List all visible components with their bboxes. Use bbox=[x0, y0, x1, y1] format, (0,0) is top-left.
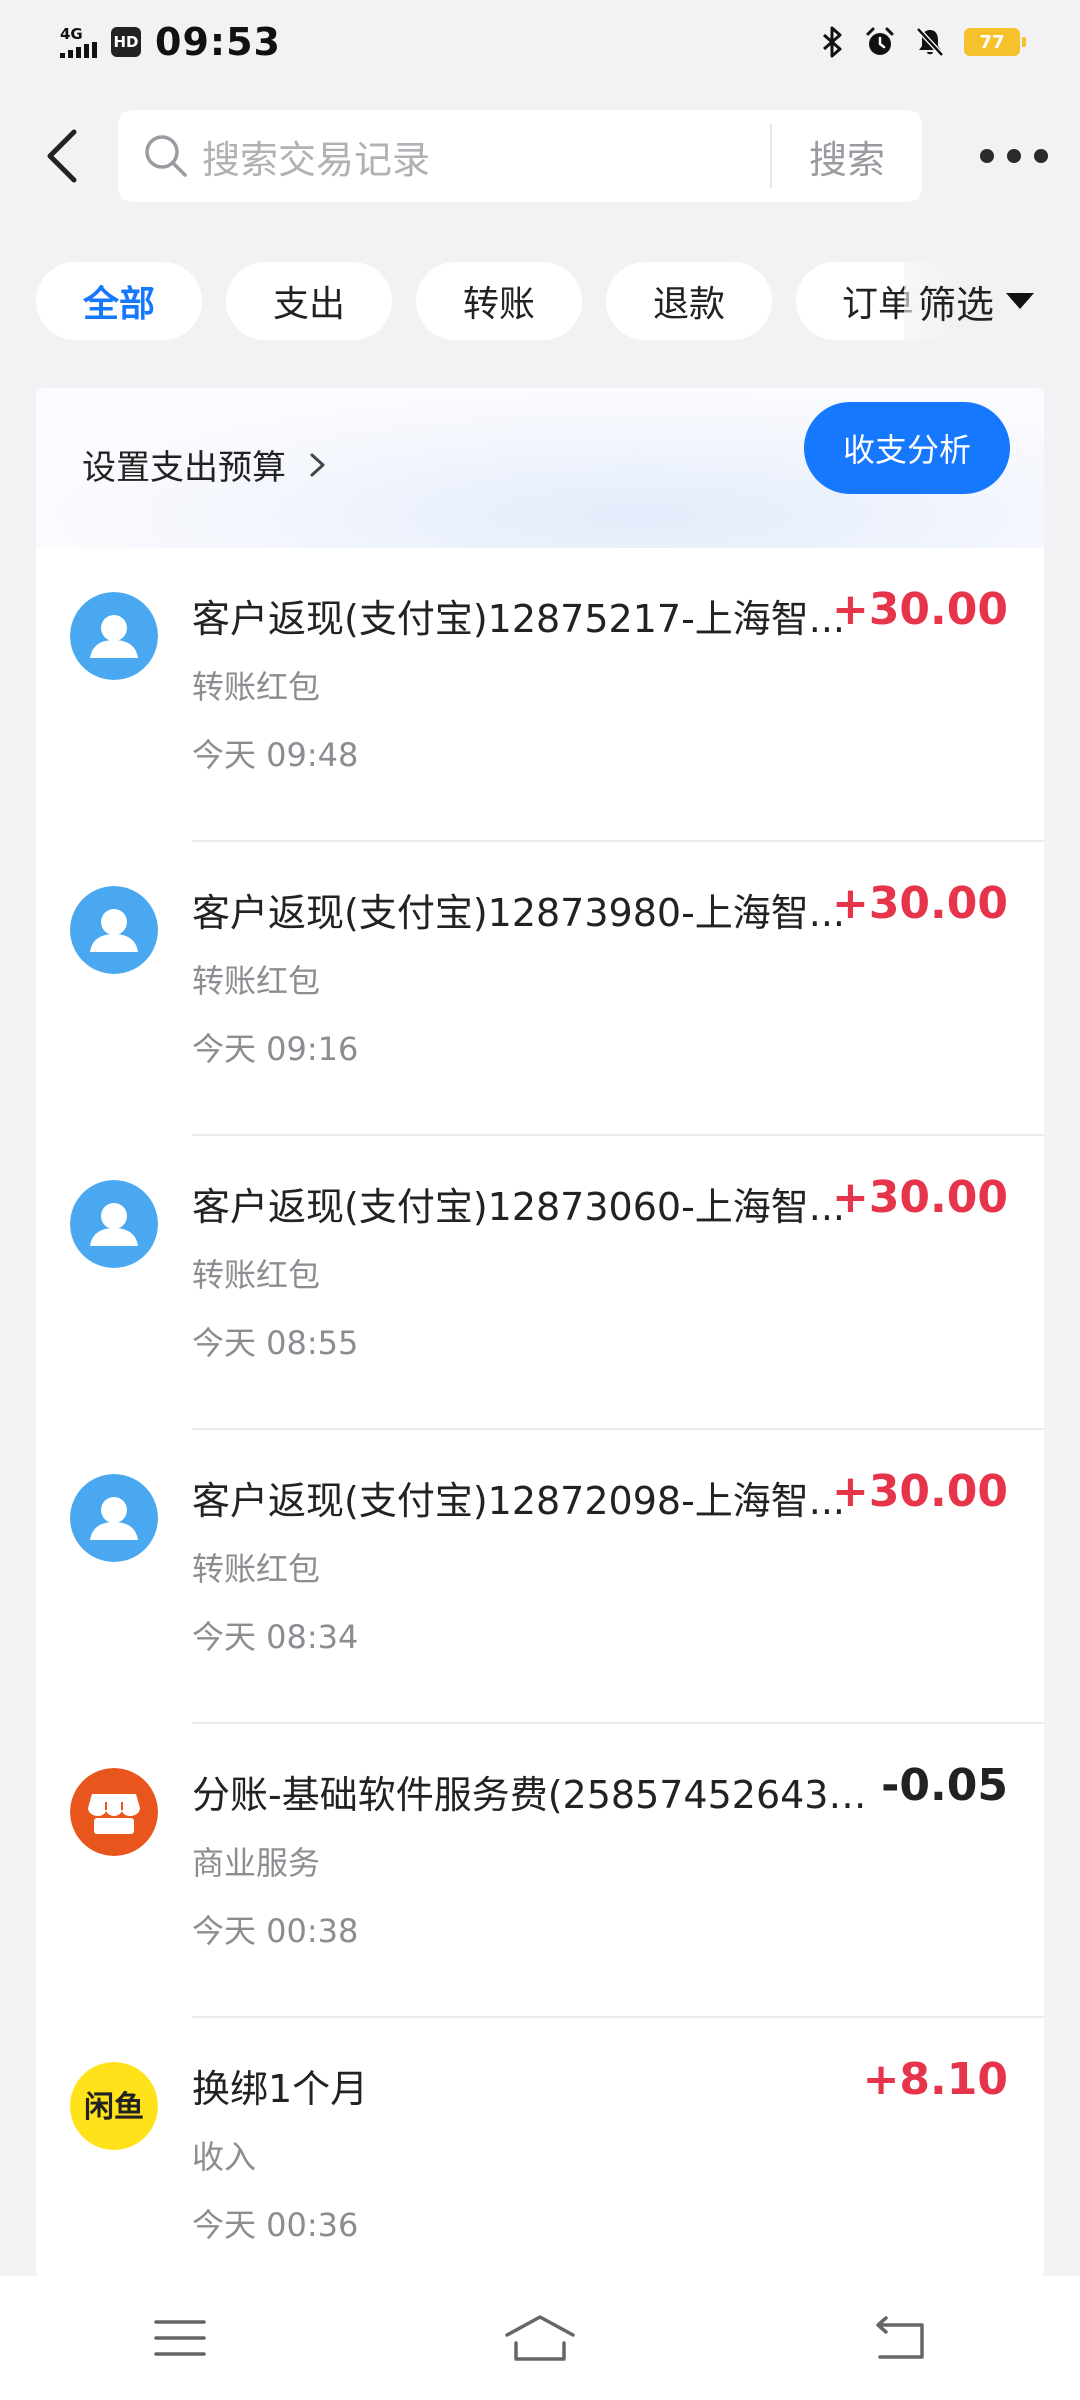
transaction-time: 今天 09:48 bbox=[192, 736, 359, 774]
tab-expense[interactable]: 支出 bbox=[226, 262, 392, 340]
user-avatar-icon bbox=[70, 592, 158, 680]
search-bar[interactable]: 搜索交易记录 搜索 bbox=[118, 110, 922, 202]
caret-down-icon bbox=[1006, 293, 1035, 309]
chevron-left-icon bbox=[47, 129, 77, 183]
transaction-amount: -0.05 bbox=[881, 1760, 1008, 1811]
dot-icon bbox=[1007, 149, 1021, 163]
transaction-category: 转账红包 bbox=[192, 668, 321, 706]
tab-refund[interactable]: 退款 bbox=[606, 262, 772, 340]
system-navigation-bar bbox=[0, 2276, 1080, 2400]
status-left: 4G HD 09:53 bbox=[60, 20, 281, 64]
set-budget-label: 设置支出预算 bbox=[82, 448, 286, 488]
status-right: 77 bbox=[820, 26, 1026, 58]
tab-transfer[interactable]: 转账 bbox=[416, 262, 582, 340]
set-budget-link[interactable]: 设置支出预算 bbox=[82, 440, 330, 489]
transaction-title: 客户返现(支付宝)12873980-上海智... bbox=[192, 891, 846, 935]
transaction-category: 转账红包 bbox=[192, 1550, 321, 1588]
transaction-title: 换绑1个月 bbox=[192, 2067, 369, 2111]
user-avatar-icon bbox=[70, 886, 158, 974]
transaction-amount: +8.10 bbox=[862, 2054, 1008, 2105]
transaction-amount: +30.00 bbox=[831, 584, 1008, 635]
transaction-item[interactable]: 客户返现(支付宝)12875217-上海智... +30.00 转账红包 今天 … bbox=[36, 548, 1044, 842]
filter-tabs: 全部 支出 转账 退款 订单 筛选 bbox=[0, 262, 1080, 342]
chevron-right-icon bbox=[310, 453, 325, 476]
transaction-title: 客户返现(支付宝)12875217-上海智... bbox=[192, 597, 846, 641]
transaction-title: 客户返现(支付宝)12873060-上海智... bbox=[192, 1185, 846, 1229]
home-button[interactable] bbox=[480, 2298, 600, 2378]
transaction-category: 转账红包 bbox=[192, 1256, 321, 1294]
status-bar: 4G HD 09:53 77 bbox=[0, 0, 1080, 84]
transaction-item[interactable]: 客户返现(支付宝)12872098-上海智... +30.00 转账红包 今天 … bbox=[36, 1430, 1044, 1724]
bluetooth-icon bbox=[823, 26, 842, 58]
transaction-time: 今天 00:38 bbox=[192, 1912, 359, 1950]
svg-text:闲鱼: 闲鱼 bbox=[84, 2090, 144, 2125]
transaction-title: 客户返现(支付宝)12872098-上海智... bbox=[192, 1479, 846, 1523]
transaction-item[interactable]: 客户返现(支付宝)12873060-上海智... +30.00 转账红包 今天 … bbox=[36, 1136, 1044, 1430]
transaction-amount: +30.00 bbox=[831, 878, 1008, 929]
back-nav-button[interactable] bbox=[840, 2298, 960, 2378]
transaction-item[interactable]: 客户返现(支付宝)12873980-上海智... +30.00 转账红包 今天 … bbox=[36, 842, 1044, 1136]
header: 搜索交易记录 搜索 bbox=[0, 108, 1080, 204]
home-icon bbox=[505, 2315, 575, 2361]
back-arrow-icon bbox=[876, 2316, 924, 2359]
transaction-title: 分账-基础软件服务费(258574526433... bbox=[192, 1773, 872, 1817]
search-input[interactable]: 搜索交易记录 bbox=[202, 129, 770, 184]
xianyu-logo-icon: 闲鱼 bbox=[70, 2062, 158, 2150]
search-button[interactable]: 搜索 bbox=[772, 129, 922, 184]
menu-icon bbox=[154, 2320, 206, 2356]
transaction-item[interactable]: 分账-基础软件服务费(258574526433... -0.05 商业服务 今天… bbox=[36, 1724, 1044, 2018]
transaction-amount: +30.00 bbox=[831, 1172, 1008, 1223]
transaction-item[interactable]: 闲鱼 换绑1个月 +8.10 收入 今天 00:36 bbox=[36, 2018, 1044, 2278]
network-type: 4G bbox=[60, 24, 83, 43]
signal-icon bbox=[60, 41, 97, 58]
battery-indicator: 77 bbox=[964, 28, 1026, 56]
filter-button[interactable]: 筛选 bbox=[904, 262, 1080, 340]
income-expense-analysis-button[interactable]: 收支分析 bbox=[804, 402, 1010, 494]
menu-button[interactable] bbox=[120, 2298, 240, 2378]
network-indicator: 4G bbox=[60, 24, 97, 58]
shop-icon bbox=[70, 1768, 158, 1856]
transactions-card: 设置支出预算 收支分析 客户返现(支付宝)12875217-上海智... +30… bbox=[36, 388, 1044, 2278]
transaction-category: 收入 bbox=[192, 2138, 257, 2176]
dot-icon bbox=[1034, 149, 1048, 163]
tab-all[interactable]: 全部 bbox=[36, 262, 202, 340]
user-avatar-icon bbox=[70, 1180, 158, 1268]
filter-label: 筛选 bbox=[918, 282, 995, 327]
transaction-amount: +30.00 bbox=[831, 1466, 1008, 1517]
transaction-time: 今天 08:34 bbox=[192, 1618, 359, 1656]
more-options-button[interactable] bbox=[974, 138, 1054, 174]
dot-icon bbox=[980, 149, 994, 163]
back-button[interactable] bbox=[34, 126, 90, 186]
hd-badge: HD bbox=[111, 27, 141, 57]
transaction-time: 今天 00:36 bbox=[192, 2206, 359, 2244]
transaction-category: 转账红包 bbox=[192, 962, 321, 1000]
transaction-category: 商业服务 bbox=[192, 1844, 321, 1882]
transaction-time: 今天 09:16 bbox=[192, 1030, 359, 1068]
user-avatar-icon bbox=[70, 1474, 158, 1562]
transaction-time: 今天 08:55 bbox=[192, 1324, 359, 1362]
status-time: 09:53 bbox=[155, 20, 281, 64]
mute-bell-icon bbox=[916, 27, 944, 57]
budget-banner: 设置支出预算 收支分析 bbox=[36, 388, 1044, 548]
search-icon bbox=[145, 135, 187, 177]
alarm-icon bbox=[866, 27, 894, 55]
